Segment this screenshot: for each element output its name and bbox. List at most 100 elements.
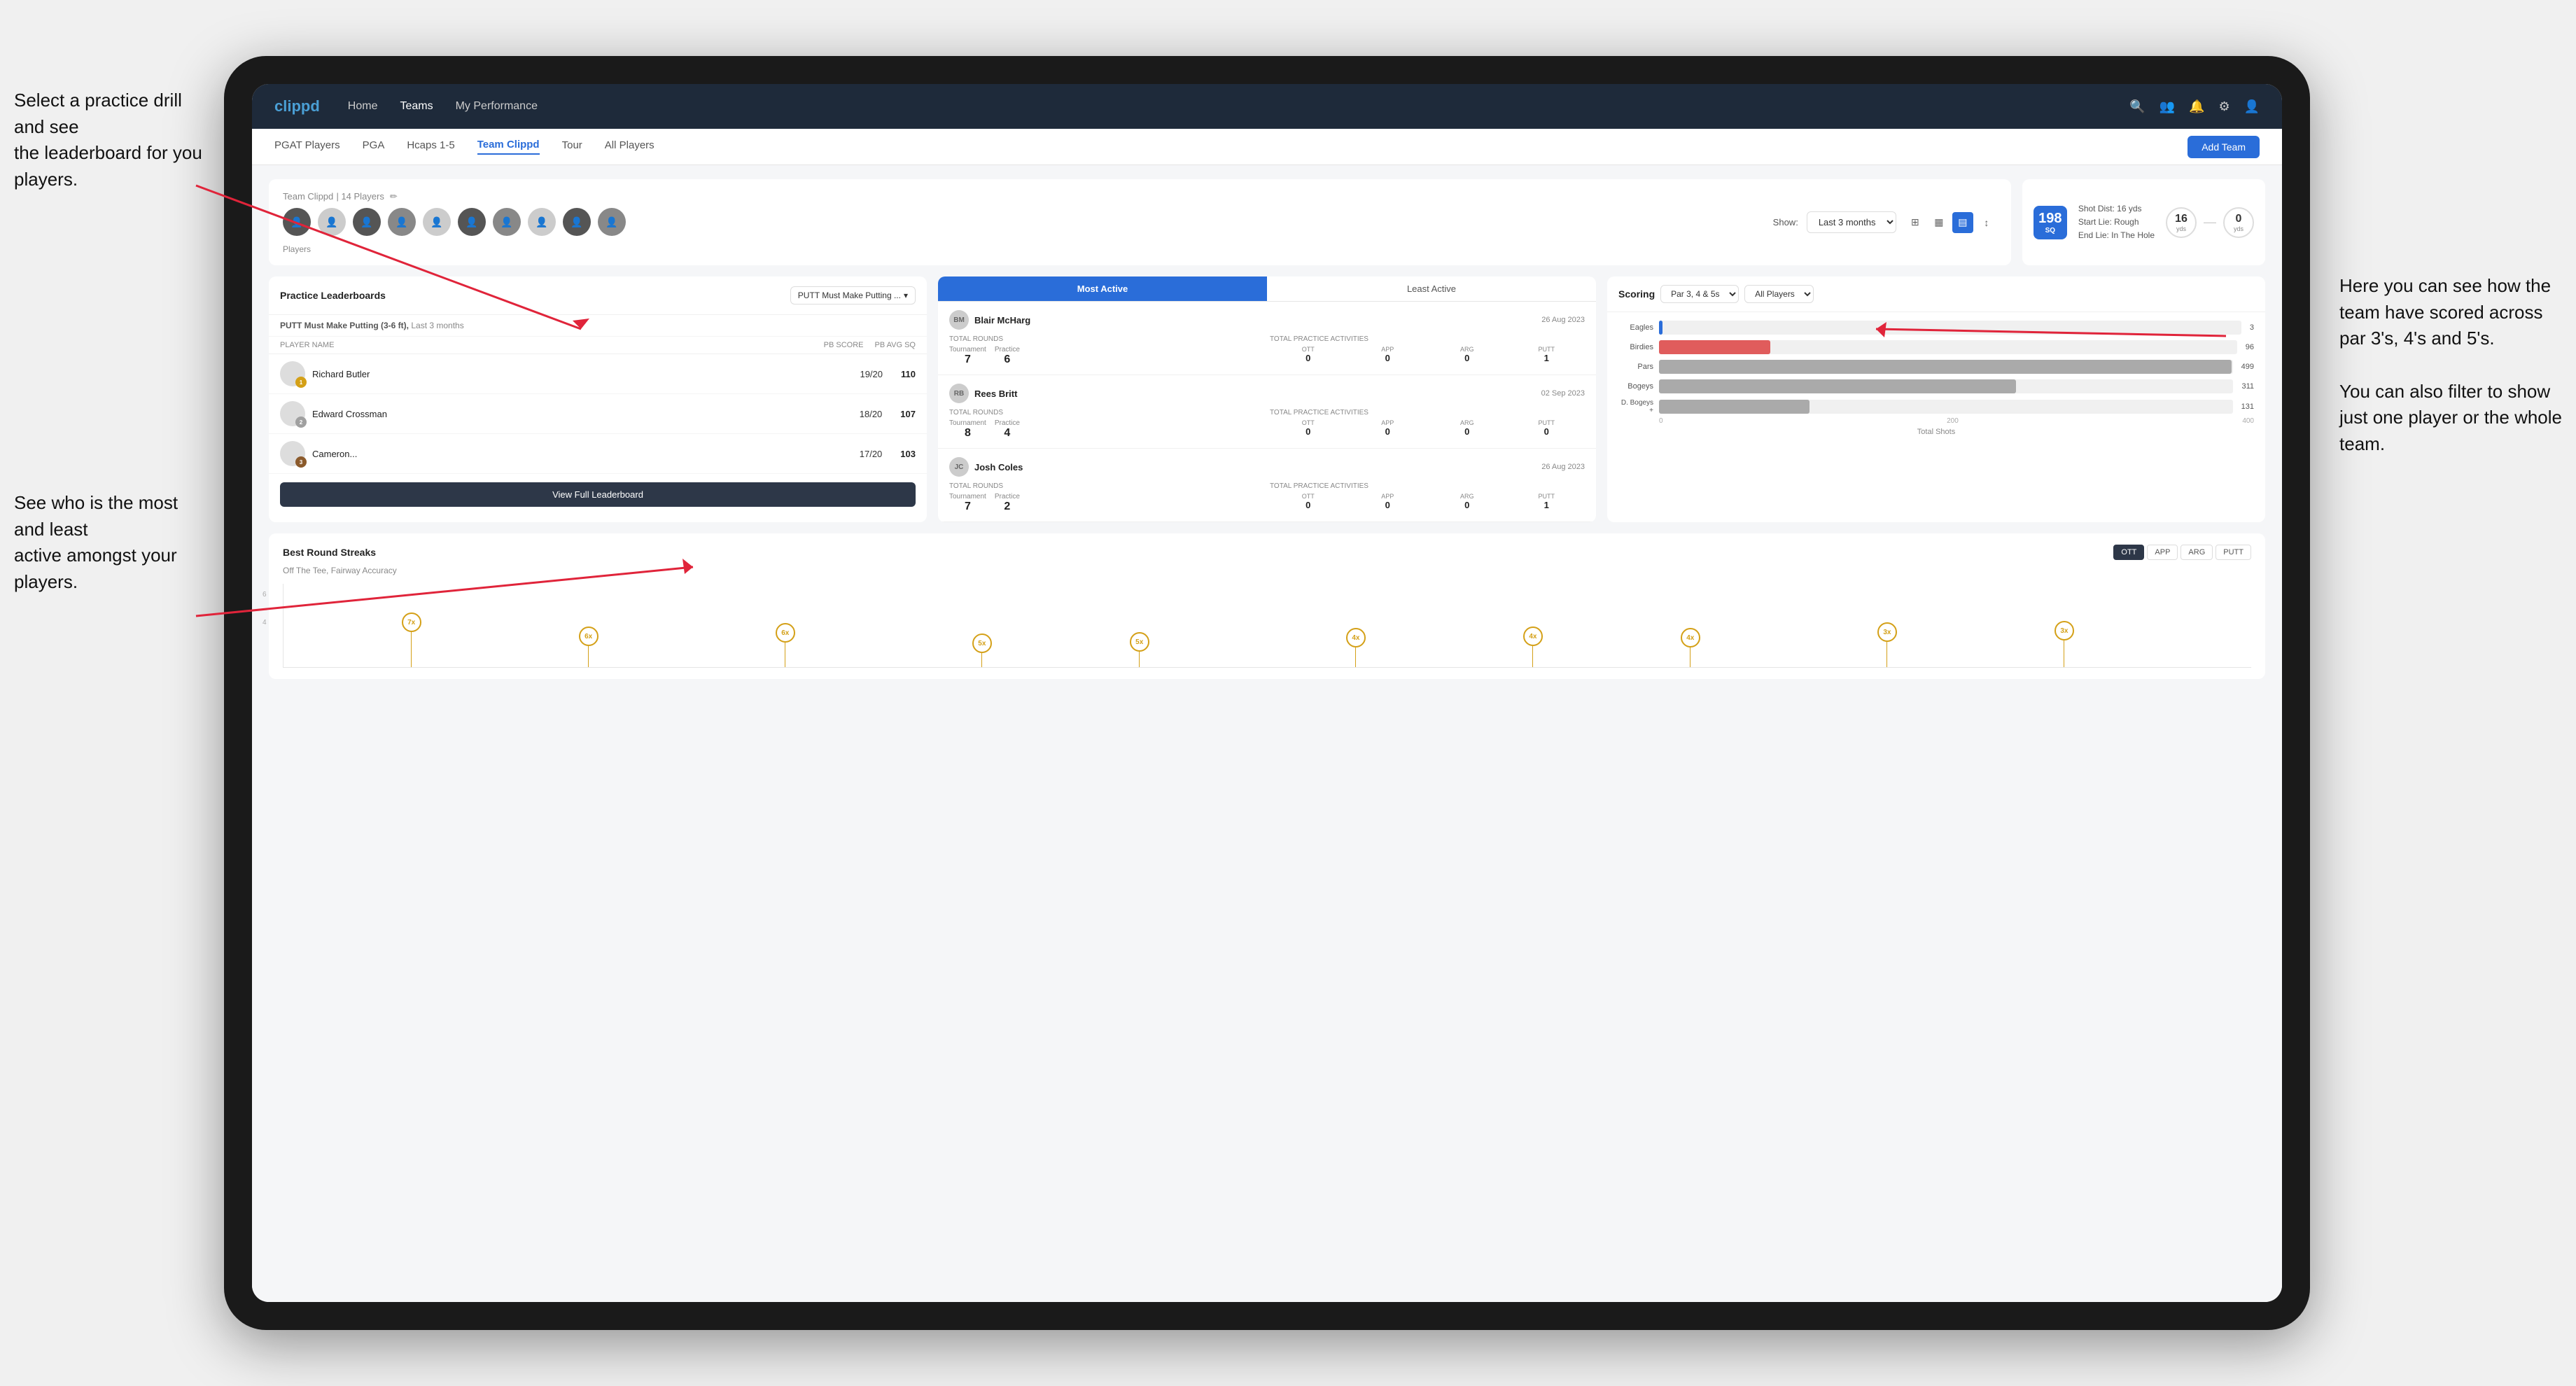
filter-app[interactable]: APP xyxy=(2147,545,2178,560)
streak-stem xyxy=(1139,652,1140,667)
subnav-allplayers[interactable]: All Players xyxy=(605,139,654,154)
team-info: Team Clippd | 14 Players ✏ 👤 👤 👤 👤 👤 xyxy=(283,190,626,254)
chevron-down-icon: ▾ xyxy=(904,290,908,300)
bar-fill xyxy=(1659,321,1662,335)
ipad-frame: clippd Home Teams My Performance 🔍 👥 🔔 ⚙… xyxy=(224,56,2310,1330)
bar-row-eagles: Eagles 3 xyxy=(1618,321,2254,335)
nav-home[interactable]: Home xyxy=(348,100,378,113)
avatar: 3 xyxy=(280,441,305,466)
stats-group-practice: Total Practice Activities OTT 0 APP 0 xyxy=(1270,482,1585,513)
stat-sub-cols: OTT 0 APP 0 ARG 0 xyxy=(1270,346,1585,363)
add-team-button[interactable]: Add Team xyxy=(2188,136,2260,158)
rank-badge-silver: 2 xyxy=(295,416,307,428)
activity-stats: Total Rounds Tournament 7 Practice 6 xyxy=(949,335,1585,366)
stat-arg: ARG 0 xyxy=(1429,493,1506,510)
stat-tournament: Tournament 7 xyxy=(949,346,986,366)
streak-item: 5x xyxy=(972,634,992,667)
total-practice-label: Total Practice Activities xyxy=(1270,409,1585,416)
subnav-teamclippd[interactable]: Team Clippd xyxy=(477,139,540,155)
streaks-title: Best Round Streaks xyxy=(283,547,376,558)
search-icon[interactable]: 🔍 xyxy=(2129,99,2145,114)
subnav-pga[interactable]: PGA xyxy=(363,139,385,154)
edit-icon[interactable]: ✏ xyxy=(390,191,398,202)
avatar: JC xyxy=(949,457,969,477)
player-filter[interactable]: All Players xyxy=(1744,285,1814,303)
bar-chart: Eagles 3 Birdies xyxy=(1618,321,2254,414)
view-leaderboard-button[interactable]: View Full Leaderboard xyxy=(280,482,916,507)
ipad-screen: clippd Home Teams My Performance 🔍 👥 🔔 ⚙… xyxy=(252,84,2282,1302)
leaderboard-row: 3 Cameron... 17/20 103 xyxy=(269,434,927,474)
stats-row: Tournament 8 Practice 4 xyxy=(949,419,1264,440)
avatar: 👤 xyxy=(528,208,556,236)
total-rounds-label: Total Rounds xyxy=(949,409,1264,416)
rank-badge-gold: 1 xyxy=(295,377,307,388)
bar-value: 311 xyxy=(2241,382,2254,391)
tab-most-active[interactable]: Most Active xyxy=(938,276,1267,301)
subnav-hcaps[interactable]: Hcaps 1-5 xyxy=(407,139,454,154)
bell-icon[interactable]: 🔔 xyxy=(2189,99,2204,114)
annotation-bottom-left: See who is the most and leastactive amon… xyxy=(14,490,210,596)
nav-teams[interactable]: Teams xyxy=(400,100,433,113)
filter-ott[interactable]: OTT xyxy=(2113,545,2144,560)
chart-x-title: Total Shots xyxy=(1618,428,2254,436)
activity-player-1: BM Blair McHarg 26 Aug 2023 Total Rounds… xyxy=(938,302,1596,375)
sort-icon[interactable]: ↕ xyxy=(1976,212,1997,233)
activity-player-header: JC Josh Coles 26 Aug 2023 xyxy=(949,457,1585,477)
bar-fill xyxy=(1659,340,1770,354)
period-select[interactable]: Last 3 months xyxy=(1807,211,1896,233)
grid-small-icon[interactable]: ⊞ xyxy=(1905,212,1926,233)
bar-track xyxy=(1659,400,2233,414)
streak-item: 7x xyxy=(402,612,421,667)
annotation-top-left: Select a practice drill and seethe leade… xyxy=(14,88,210,193)
players-label: Players xyxy=(283,244,626,254)
nav-performance[interactable]: My Performance xyxy=(456,100,538,113)
bar-fill xyxy=(1659,379,2016,393)
grid-large-icon[interactable]: ▦ xyxy=(1928,212,1949,233)
activity-player-header: RB Rees Britt 02 Sep 2023 xyxy=(949,384,1585,403)
streak-stem xyxy=(411,632,412,667)
bar-track xyxy=(1659,321,2241,335)
user-avatar[interactable]: 👤 xyxy=(2244,99,2260,114)
bar-fill xyxy=(1659,400,1809,414)
par-filter[interactable]: Par 3, 4 & 5s xyxy=(1660,285,1739,303)
three-col: Practice Leaderboards PUTT Must Make Put… xyxy=(269,276,2265,522)
shot-circle-end: 0 yds xyxy=(2223,207,2254,238)
leaderboard-subtitle: PUTT Must Make Putting (3-6 ft), Last 3 … xyxy=(269,315,927,337)
filter-arg[interactable]: ARG xyxy=(2180,545,2213,560)
leaderboard-dropdown[interactable]: PUTT Must Make Putting ... ▾ xyxy=(790,286,916,304)
bar-label: Birdies xyxy=(1618,343,1653,351)
grid-card-icon[interactable]: ▤ xyxy=(1952,212,1973,233)
activity-player-3: JC Josh Coles 26 Aug 2023 Total Rounds T… xyxy=(938,449,1596,522)
stat-tournament: Tournament 7 xyxy=(949,493,986,513)
subnav-tour[interactable]: Tour xyxy=(562,139,582,154)
chart-x-axis: 0200400 xyxy=(1618,414,2254,425)
filter-putt[interactable]: PUTT xyxy=(2216,545,2251,560)
activity-stats: Total Rounds Tournament 7 Practice 2 xyxy=(949,482,1585,513)
leaderboard-header: Practice Leaderboards PUTT Must Make Put… xyxy=(269,276,927,315)
subnav-pgat[interactable]: PGAT Players xyxy=(274,139,340,154)
y-label: 4 xyxy=(262,619,267,626)
stat-practice: Practice 4 xyxy=(995,419,1020,440)
rank-badge-bronze: 3 xyxy=(295,456,307,468)
tab-least-active[interactable]: Least Active xyxy=(1267,276,1596,301)
stat-arg: ARG 0 xyxy=(1429,346,1506,363)
bar-row-dbogeys: D. Bogeys + 131 xyxy=(1618,399,2254,414)
stat-app: APP 0 xyxy=(1350,493,1427,510)
leaderboard-row: 1 Richard Butler 19/20 110 xyxy=(269,354,927,394)
streak-item: 4x xyxy=(1346,628,1366,667)
people-icon[interactable]: 👥 xyxy=(2160,99,2175,114)
nav-logo: clippd xyxy=(274,97,320,115)
avatar: 👤 xyxy=(318,208,346,236)
avatar: 👤 xyxy=(563,208,591,236)
shot-divider: — xyxy=(2204,215,2216,230)
avatar: 👤 xyxy=(283,208,311,236)
avg-sq: 103 xyxy=(900,449,916,459)
total-practice-label: Total Practice Activities xyxy=(1270,335,1585,343)
activity-card: Most Active Least Active BM Blair McHarg… xyxy=(938,276,1596,522)
streak-stem xyxy=(981,653,982,667)
activity-stats: Total Rounds Tournament 8 Practice 4 xyxy=(949,409,1585,440)
settings-icon[interactable]: ⚙ xyxy=(2218,99,2230,114)
stat-sub-cols: OTT 0 APP 0 ARG 0 xyxy=(1270,493,1585,510)
streak-stem xyxy=(1355,648,1356,667)
bar-track xyxy=(1659,340,2237,354)
